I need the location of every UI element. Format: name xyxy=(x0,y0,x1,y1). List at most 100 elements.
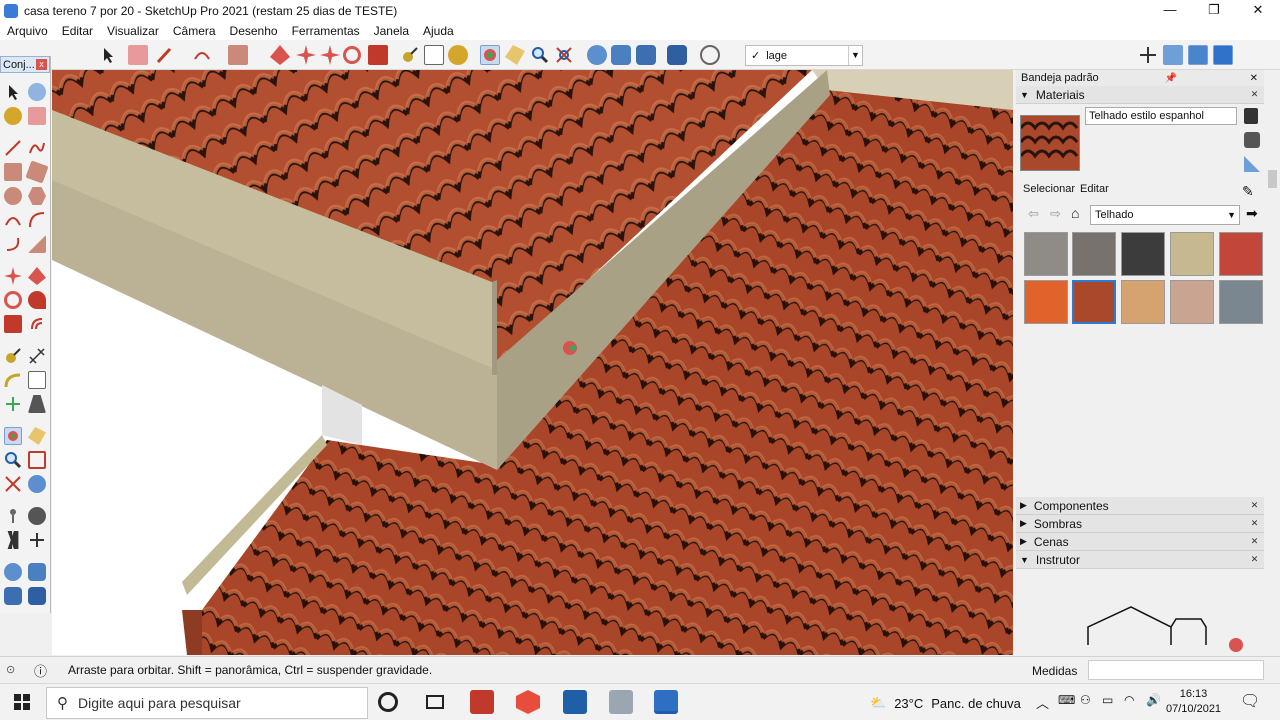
extension-manager-icon[interactable] xyxy=(667,45,687,65)
tray-scrollbar[interactable] xyxy=(1265,70,1280,655)
material-swatch[interactable] xyxy=(1121,280,1165,324)
minimize-button[interactable]: — xyxy=(1148,0,1192,22)
close-button[interactable]: ✕ xyxy=(1236,0,1280,22)
text-icon[interactable] xyxy=(28,371,46,389)
menu-arquivo[interactable]: Arquivo xyxy=(0,24,55,38)
close-icon[interactable]: ✕ xyxy=(1249,500,1260,511)
line-icon[interactable] xyxy=(4,139,22,157)
task-view-icon[interactable] xyxy=(423,690,447,714)
back-arrow-icon[interactable]: ⇦ xyxy=(1028,206,1039,222)
pencil-tool-icon[interactable] xyxy=(155,45,175,65)
menu-ferramentas[interactable]: Ferramentas xyxy=(285,24,367,38)
share-model-icon[interactable] xyxy=(636,45,656,65)
pie-icon[interactable] xyxy=(28,235,46,253)
zoom-extents-icon[interactable] xyxy=(554,45,574,65)
text-tool-icon[interactable] xyxy=(424,45,444,65)
details-arrow-icon[interactable]: ➡ xyxy=(1246,205,1258,222)
share-left-icon[interactable] xyxy=(4,587,22,605)
chevron-down-icon[interactable]: ▼ xyxy=(848,46,862,65)
library-select[interactable]: Telhado ▼ xyxy=(1090,205,1240,225)
taskbar-search[interactable]: ⚲ Digite aqui para pesquisar xyxy=(46,687,368,719)
geolocation-icon[interactable]: ⊙ xyxy=(6,663,15,676)
arc-icon[interactable] xyxy=(4,211,22,229)
restore-button[interactable]: ❐ xyxy=(1192,0,1236,22)
pin-icon[interactable]: 📌 xyxy=(1165,73,1177,84)
material-swatch[interactable] xyxy=(1219,280,1263,324)
extension-warehouse-icon[interactable] xyxy=(611,45,631,65)
three-point-arc-icon[interactable] xyxy=(4,235,22,253)
layer-selector[interactable]: ✓ lage ▼ xyxy=(745,45,863,66)
close-icon[interactable]: ✕ xyxy=(1249,554,1260,565)
warehouse-icon[interactable] xyxy=(587,45,607,65)
taskbar-clock[interactable]: 16:13 07/10/2021 xyxy=(1166,687,1221,717)
app-blue-icon[interactable] xyxy=(563,690,587,714)
axes-icon[interactable] xyxy=(1138,45,1158,65)
app-red-icon[interactable] xyxy=(470,690,494,714)
volume-icon[interactable]: 🔊 xyxy=(1146,693,1161,707)
material-swatch-selected[interactable] xyxy=(1072,280,1116,324)
notification-icon[interactable]: 🗨 xyxy=(1240,691,1260,711)
account-icon[interactable] xyxy=(700,45,720,65)
move-icon[interactable] xyxy=(4,267,22,285)
close-icon[interactable]: ✕ xyxy=(1249,536,1260,547)
make-component-icon[interactable] xyxy=(28,83,46,101)
rotate-tool-icon[interactable] xyxy=(343,46,361,64)
menu-ajuda[interactable]: Ajuda xyxy=(416,24,461,38)
material-name-field[interactable]: Telhado estilo espanhol xyxy=(1085,107,1237,125)
home-icon[interactable]: ⌂ xyxy=(1071,205,1079,221)
menu-camera[interactable]: Câmera xyxy=(166,24,223,38)
scrollbar-thumb[interactable] xyxy=(1268,170,1277,188)
material-swatch[interactable] xyxy=(1170,232,1214,276)
close-icon[interactable]: ✕ xyxy=(1249,518,1260,529)
orbit-left-icon[interactable] xyxy=(4,427,22,445)
section-plane-left-icon[interactable] xyxy=(28,531,46,549)
sombras-panel-header[interactable]: ▶ Sombras ✕ xyxy=(1016,515,1264,533)
scale-icon[interactable] xyxy=(4,315,22,333)
drawing-viewport[interactable] xyxy=(52,70,1013,655)
close-icon[interactable]: ✕ xyxy=(1250,73,1258,84)
section-fill-icon[interactable] xyxy=(1213,45,1233,65)
tape-measure-icon[interactable] xyxy=(400,45,420,65)
eraser-tool-icon[interactable] xyxy=(128,45,148,65)
push-pull-left-icon[interactable] xyxy=(28,267,46,285)
default-material-icon[interactable] xyxy=(1244,156,1260,172)
chevron-up-icon[interactable]: ︿ xyxy=(1036,693,1049,712)
position-camera-icon[interactable] xyxy=(4,507,22,525)
componentes-panel-header[interactable]: ▶ Componentes ✕ xyxy=(1016,497,1264,515)
weather-widget[interactable]: ⛅ 23°C Panc. de chuva xyxy=(870,695,1021,711)
ext-manager-left-icon[interactable] xyxy=(28,587,46,605)
material-swatch[interactable] xyxy=(1024,280,1068,324)
pan-tool-icon[interactable] xyxy=(505,45,525,65)
tape-measure-left-icon[interactable] xyxy=(4,347,22,365)
forward-arrow-icon[interactable]: ⇨ xyxy=(1050,206,1061,222)
sketchup-make-icon[interactable] xyxy=(516,690,540,714)
protractor-icon[interactable] xyxy=(4,371,22,389)
select-tool-icon[interactable] xyxy=(98,45,118,65)
scale-tool-icon[interactable] xyxy=(368,45,388,65)
tab-selecionar[interactable]: Selecionar xyxy=(1023,183,1075,195)
polygon-icon[interactable] xyxy=(28,187,46,205)
circle-icon[interactable] xyxy=(4,187,22,205)
rotate-icon[interactable] xyxy=(4,291,22,309)
rotated-rectangle-icon[interactable] xyxy=(25,160,49,184)
eraser-icon[interactable] xyxy=(28,107,46,125)
menu-janela[interactable]: Janela xyxy=(367,24,416,38)
rectangle-tool-icon[interactable] xyxy=(228,45,248,65)
follow-me-icon[interactable] xyxy=(28,291,46,309)
calculator-icon[interactable] xyxy=(609,690,633,714)
zoom-window-icon[interactable] xyxy=(28,451,46,469)
move-tool-icon[interactable] xyxy=(296,45,316,65)
paint-icon[interactable] xyxy=(4,107,22,125)
eyedropper-icon[interactable]: ✎ xyxy=(1242,183,1254,200)
material-swatch[interactable] xyxy=(1072,232,1116,276)
cenas-panel-header[interactable]: ▶ Cenas ✕ xyxy=(1016,533,1264,551)
look-around-icon[interactable] xyxy=(28,507,46,525)
close-icon[interactable]: ✕ xyxy=(1249,89,1260,100)
instrutor-panel-header[interactable]: ▼ Instrutor ✕ xyxy=(1016,551,1264,569)
select-icon[interactable] xyxy=(4,83,22,101)
material-swatch[interactable] xyxy=(1170,280,1214,324)
orbit-tool-icon[interactable] xyxy=(480,45,500,65)
sketchup-pro-taskbar-icon[interactable] xyxy=(654,690,678,714)
push-pull-icon[interactable] xyxy=(270,45,290,65)
materials-panel-header[interactable]: ▼ Materiais ✕ xyxy=(1016,86,1264,104)
